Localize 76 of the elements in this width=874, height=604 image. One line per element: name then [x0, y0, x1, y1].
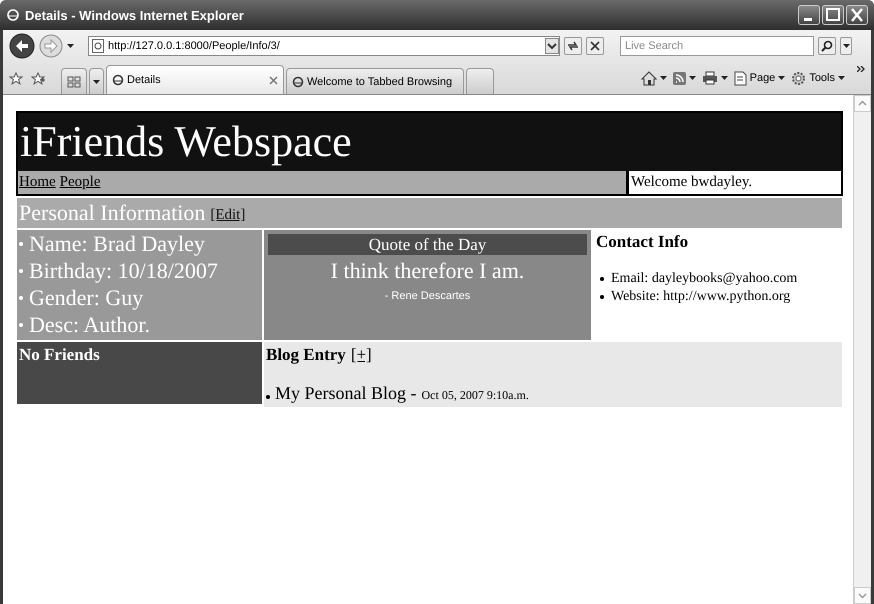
- bullet-icon: [19, 268, 23, 272]
- favorites-star-icon[interactable]: [9, 72, 23, 84]
- contact-heading: Contact Info: [596, 232, 690, 252]
- gear-icon: [791, 70, 806, 86]
- blog-entry-link[interactable]: My Personal Blog -: [275, 383, 416, 404]
- bullet-icon: [19, 322, 23, 326]
- feeds-button[interactable]: [672, 72, 696, 84]
- feed-icon: [672, 72, 686, 84]
- back-icon[interactable]: [9, 33, 35, 59]
- site-title: iFriends Webspace: [18, 113, 841, 171]
- printer-icon: [702, 71, 718, 85]
- maximize-icon[interactable]: [822, 5, 844, 25]
- add-favorite-icon[interactable]: [31, 72, 45, 84]
- refresh-icon: [567, 40, 579, 52]
- caret-icon[interactable]: [720, 76, 728, 80]
- search-options-button[interactable]: [840, 37, 852, 55]
- blog-date: Oct 05, 2007 9:10a.m.: [422, 388, 529, 403]
- contact-item: Email: dayleybooks@yahoo.com: [611, 270, 798, 288]
- grid-icon: [67, 76, 81, 88]
- scroll-down-icon[interactable]: [854, 587, 871, 604]
- window-title: Details - Windows Internet Explorer: [25, 8, 245, 22]
- caret-icon[interactable]: [778, 76, 786, 80]
- page-icon: [92, 39, 104, 53]
- nav-link[interactable]: People: [60, 174, 100, 191]
- browser-icon: [6, 8, 20, 22]
- scrollbar[interactable]: [853, 95, 871, 604]
- tab[interactable]: Welcome to Tabbed Browsing: [286, 68, 464, 94]
- quote-author: - Rene Descartes: [384, 290, 472, 302]
- quote-text: I think therefore I am.: [330, 258, 526, 284]
- bullet-icon: [600, 277, 604, 281]
- edit-link[interactable]: [Edit]: [210, 207, 246, 224]
- minimize-icon[interactable]: [798, 5, 820, 25]
- search-icon: [821, 40, 833, 52]
- detail-item: Gender: Guy: [29, 284, 144, 311]
- tab[interactable]: Details: [106, 65, 284, 94]
- close-icon[interactable]: [269, 76, 278, 84]
- nav-link[interactable]: Home: [19, 174, 56, 191]
- bullet-icon: [600, 295, 604, 299]
- add-link[interactable]: [+]: [350, 345, 372, 365]
- caret-icon[interactable]: [660, 76, 667, 80]
- page-button[interactable]: Page: [734, 70, 786, 86]
- search-field[interactable]: Live Search: [620, 36, 814, 56]
- contact-item: Website: http://www.python.org: [611, 288, 790, 306]
- tab-list-button[interactable]: [89, 68, 104, 94]
- blog-heading: Blog Entry: [266, 345, 346, 365]
- section-title: Personal Information: [19, 200, 206, 226]
- browser-icon: [292, 76, 304, 88]
- home-icon: [640, 70, 657, 86]
- stop-icon: [590, 41, 600, 51]
- detail-item: Name: Brad Dayley: [29, 230, 205, 257]
- bullet-icon: [19, 296, 23, 300]
- stop-button[interactable]: [586, 37, 604, 55]
- bullet-icon: [266, 395, 270, 399]
- page-icon: [734, 70, 747, 86]
- chevron-icon[interactable]: [857, 66, 865, 72]
- print-button[interactable]: [702, 71, 728, 85]
- detail-item: Desc: Author.: [29, 311, 150, 338]
- caret-icon[interactable]: [842, 44, 850, 48]
- friends-heading: No Friends: [19, 345, 101, 365]
- bullet-icon: [19, 242, 23, 246]
- caret-icon[interactable]: [688, 76, 696, 80]
- browser-icon: [112, 74, 124, 86]
- caret-icon[interactable]: [838, 76, 845, 80]
- scroll-up-icon[interactable]: [854, 95, 871, 112]
- caret-icon[interactable]: [93, 80, 100, 84]
- detail-item: Birthday: 10/18/2007: [29, 257, 218, 284]
- address-field[interactable]: http://127.0.0.1:8000/People/Info/3/: [88, 36, 560, 56]
- close-icon[interactable]: [846, 5, 868, 25]
- refresh-button[interactable]: [564, 37, 582, 55]
- quick-tabs-button[interactable]: [61, 68, 87, 94]
- home-button[interactable]: [640, 70, 667, 86]
- dropdown-icon: [545, 38, 559, 54]
- caret-icon[interactable]: [67, 44, 74, 48]
- quote-heading: Quote of the Day: [268, 234, 587, 255]
- tools-button[interactable]: Tools: [791, 70, 845, 86]
- search-button[interactable]: [818, 37, 836, 55]
